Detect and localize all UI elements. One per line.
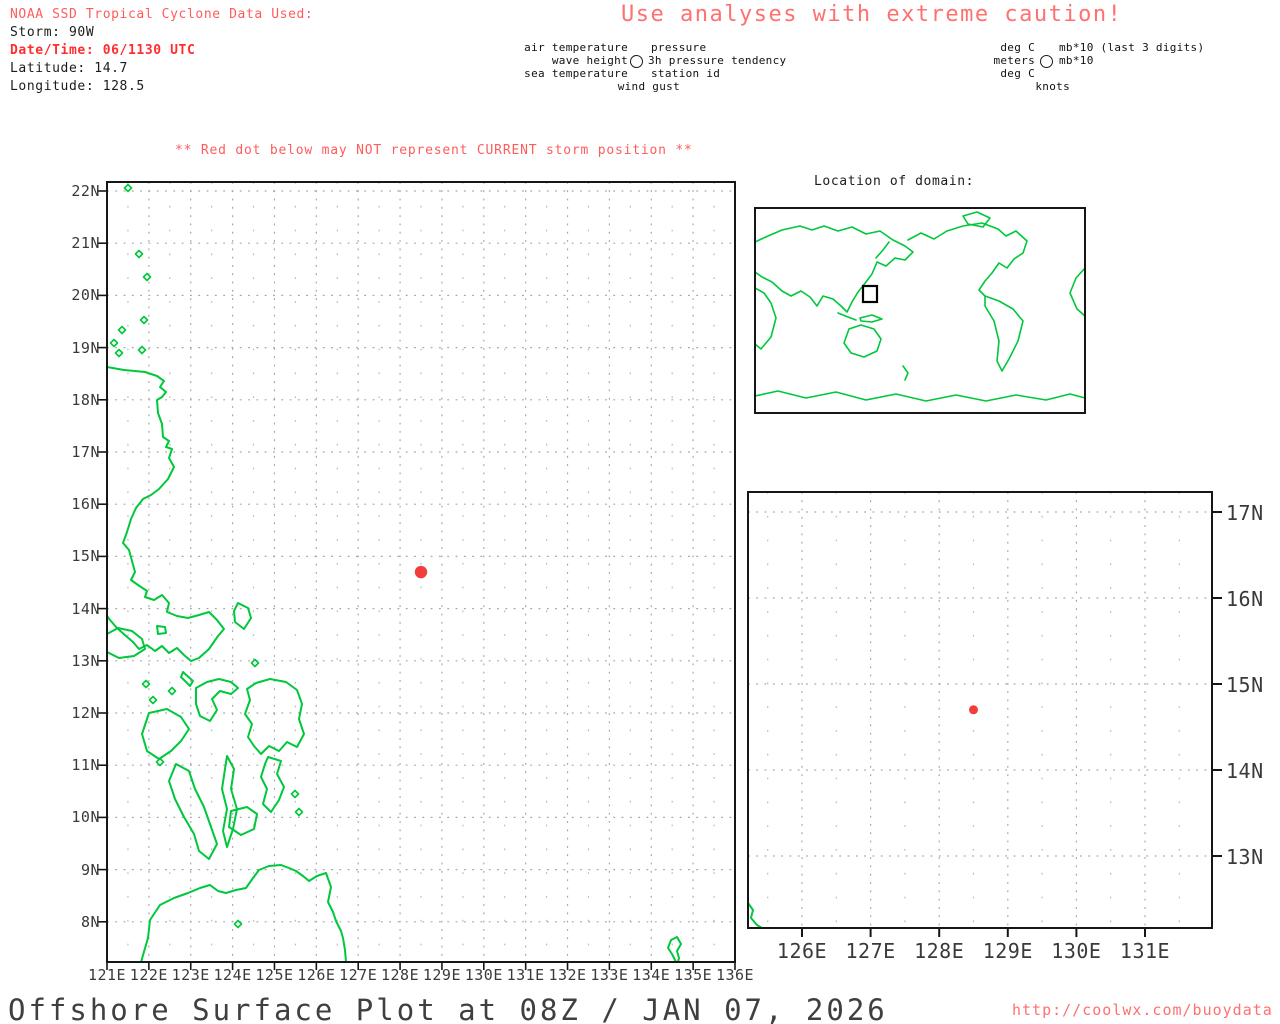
domain-rectangle: [861, 284, 879, 304]
detail-map-ticks: [801, 511, 1222, 937]
main-map-ticks: [97, 190, 736, 970]
inset-map-border: [754, 207, 1086, 414]
map-graphics-canvas: [97, 181, 1222, 970]
buoy-plot-page: NOAA SSD Tropical Cyclone Data Used: Sto…: [0, 0, 1280, 1024]
storm-position-dot-main: [414, 565, 428, 579]
plot-title: Offshore Surface Plot at 08Z / JAN 07, 2…: [8, 993, 888, 1024]
storm-position-dot-detail: [969, 705, 978, 715]
world-coastline: [755, 211, 1085, 402]
philippines-coastline: [107, 183, 682, 962]
detail-map-grid: [748, 492, 1212, 928]
site-url: http://coolwx.com/buoydata: [1012, 1001, 1273, 1019]
detail-map-coastline: [748, 902, 763, 928]
detail-map-border: [747, 491, 1213, 929]
